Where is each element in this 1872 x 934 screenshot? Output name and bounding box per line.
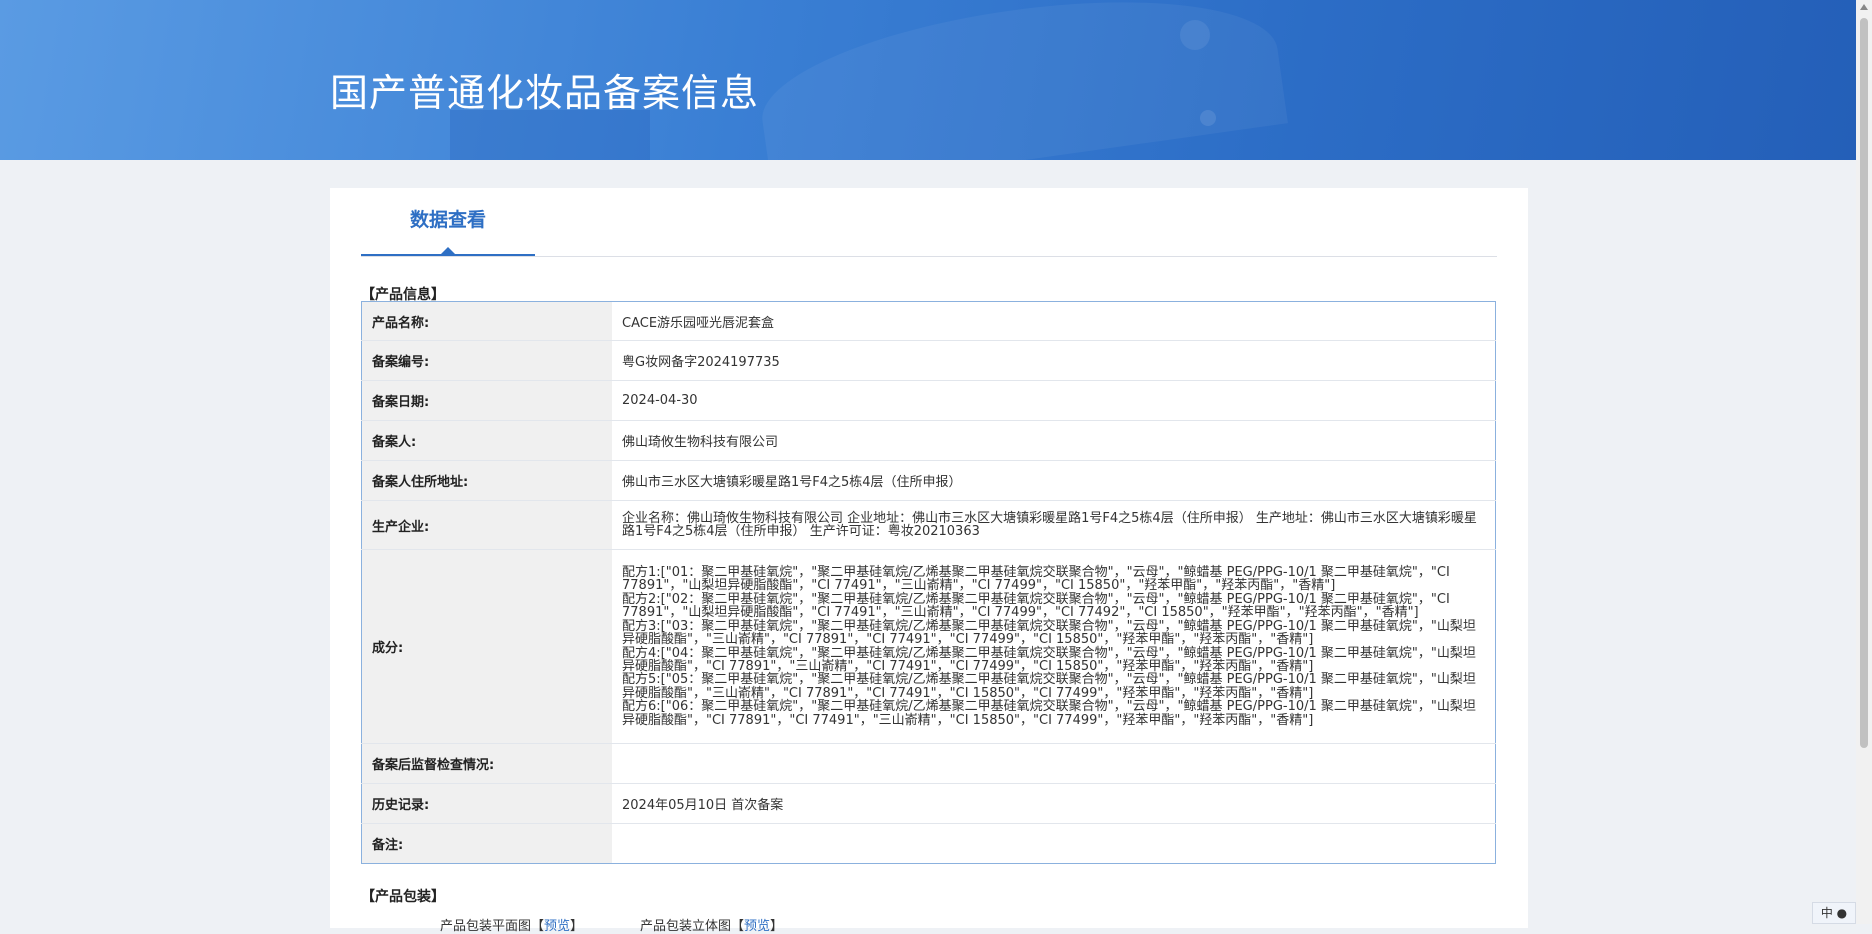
- ingredients-value: 配方1:["01：聚二甲基硅氧烷"，"聚二甲基硅氧烷/乙烯基聚二甲基硅氧烷交联聚…: [612, 549, 1496, 744]
- row-label: 备案人:: [361, 420, 612, 461]
- banner-decoration: [1200, 110, 1216, 126]
- scrollbar-thumb[interactable]: [1860, 18, 1868, 748]
- vertical-scrollbar[interactable]: [1856, 0, 1872, 924]
- table-row: 历史记录: 2024年05月10日 首次备案: [361, 783, 1496, 824]
- row-label: 备案编号:: [361, 340, 612, 381]
- table-row: 备案人: 佛山琦攸生物科技有限公司: [361, 420, 1496, 461]
- row-label: 历史记录:: [361, 783, 612, 824]
- row-label: 备案后监督检查情况:: [361, 743, 612, 784]
- row-label: 备案人住所地址:: [361, 460, 612, 501]
- packaging-item-label: 产品包装立体图: [640, 919, 732, 934]
- packaging-section-title: 【产品包装】: [361, 889, 445, 905]
- header-banner: 国产普通化妆品备案信息: [0, 0, 1856, 160]
- row-label: 生产企业:: [361, 500, 612, 550]
- scroll-up-arrow-icon[interactable]: [1860, 4, 1868, 10]
- table-row: 备案人住所地址: 佛山市三水区大塘镇彩暖星路1号F4之5栋4层（住所申报）: [361, 460, 1496, 501]
- row-value: [612, 743, 1496, 784]
- preview-link[interactable]: 预览: [544, 919, 570, 934]
- ime-indicator[interactable]: 中 ●: [1812, 902, 1856, 924]
- row-value: 2024年05月10日 首次备案: [612, 783, 1496, 824]
- banner-decoration: [1180, 20, 1210, 50]
- table-row: 备案后监督检查情况:: [361, 743, 1496, 784]
- row-value: 佛山市三水区大塘镇彩暖星路1号F4之5栋4层（住所申报）: [612, 460, 1496, 501]
- bracket: 】: [770, 919, 784, 934]
- banner-decoration: [450, 110, 650, 160]
- packaging-item-label: 产品包装平面图: [440, 919, 532, 934]
- packaging-item: 产品包装平面图【预览】: [440, 915, 583, 934]
- row-value: CACE游乐园哑光唇泥套盒: [622, 315, 775, 331]
- row-value: 2024-04-30: [612, 380, 1496, 421]
- tab-bar: 数据查看: [361, 188, 1497, 257]
- table-row: 产品名称: CACE游乐园哑光唇泥套盒: [361, 301, 1496, 341]
- bracket: 【: [731, 919, 745, 934]
- banner-decoration: [752, 0, 1288, 160]
- row-value: 佛山琦攸生物科技有限公司: [612, 420, 1496, 461]
- preview-link[interactable]: 预览: [744, 919, 770, 934]
- table-row: 备案编号: 粤G妆网备字2024197735: [361, 340, 1496, 381]
- packaging-item: 产品包装立体图【预览】: [640, 915, 783, 934]
- tab-data-view[interactable]: 数据查看: [361, 188, 535, 256]
- ime-language-label: 中: [1820, 906, 1833, 920]
- bracket: 【: [531, 919, 545, 934]
- bracket: 】: [570, 919, 584, 934]
- row-value: [612, 823, 1496, 864]
- tab-indicator-caret-icon: [441, 247, 455, 254]
- row-label: 备注:: [361, 823, 612, 864]
- table-row: 备案日期: 2024-04-30: [361, 380, 1496, 421]
- table-row: 成分: 配方1:["01：聚二甲基硅氧烷"，"聚二甲基硅氧烷/乙烯基聚二甲基硅氧…: [361, 549, 1496, 744]
- tab-label: 数据查看: [409, 209, 486, 231]
- row-label: 成分:: [361, 549, 612, 744]
- table-row: 备注:: [361, 823, 1496, 864]
- content-card: 数据查看 【产品信息】 产品名称: CACE游乐园哑光唇泥套盒 备案编号: 粤G…: [330, 188, 1528, 934]
- row-label: 产品名称:: [361, 301, 612, 341]
- row-value: 企业名称：佛山琦攸生物科技有限公司 企业地址：佛山市三水区大塘镇彩暖星路1号F4…: [612, 500, 1496, 550]
- row-value: 粤G妆网备字2024197735: [612, 340, 1496, 381]
- mouse-icon: ●: [1836, 906, 1848, 920]
- table-row: 生产企业: 企业名称：佛山琦攸生物科技有限公司 企业地址：佛山市三水区大塘镇彩暖…: [361, 500, 1496, 550]
- product-info-table: 产品名称: CACE游乐园哑光唇泥套盒 备案编号: 粤G妆网备字20241977…: [361, 301, 1496, 864]
- page-title: 国产普通化妆品备案信息: [330, 71, 760, 115]
- row-label: 备案日期:: [361, 380, 612, 421]
